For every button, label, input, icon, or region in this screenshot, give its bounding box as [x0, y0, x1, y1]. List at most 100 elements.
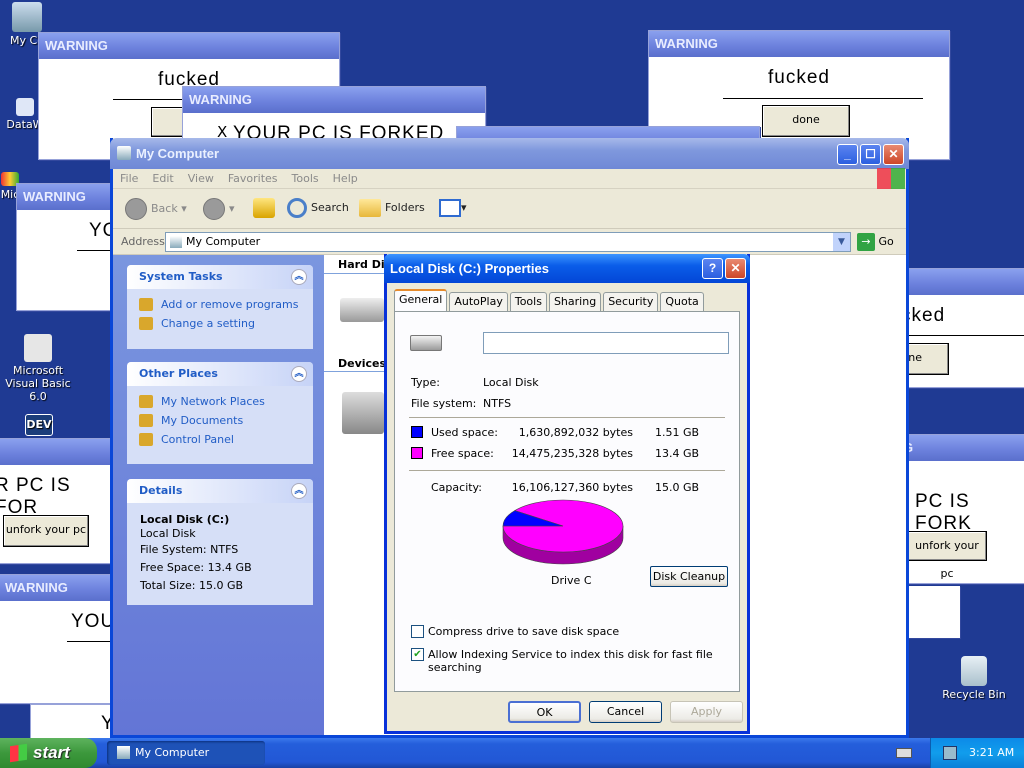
windows-logo-icon — [877, 168, 905, 189]
network-icon[interactable] — [943, 746, 957, 760]
free-label: Free space: — [431, 447, 494, 460]
unfork-button[interactable]: unfork your pc — [907, 531, 987, 580]
views-button[interactable]: ▾ — [439, 198, 467, 218]
close-button[interactable]: ✕ — [883, 144, 904, 165]
taskbar: start My Computer 3:21 AM — [0, 738, 1024, 768]
start-button[interactable]: start — [0, 738, 97, 768]
address-input[interactable]: My Computer ▼ — [165, 232, 851, 252]
done-button[interactable]: done — [762, 105, 850, 137]
free-color-swatch — [411, 447, 423, 459]
floppy-drive-icon[interactable] — [342, 392, 384, 434]
compress-checkbox[interactable] — [411, 625, 424, 638]
minimize-button[interactable]: _ — [837, 144, 858, 165]
forward-button[interactable]: ▾ — [203, 198, 235, 220]
my-computer-icon — [117, 746, 130, 759]
collapse-icon[interactable]: ︽ — [291, 483, 307, 499]
warning-window[interactable]: WARNING YOU — [0, 574, 117, 704]
control-panel-link[interactable]: Control Panel — [127, 430, 313, 449]
menu-tools[interactable]: Tools — [285, 169, 326, 188]
menu-help[interactable]: Help — [326, 169, 365, 188]
menu-edit[interactable]: Edit — [145, 169, 180, 188]
windows-flag-icon — [10, 743, 27, 763]
panel-header[interactable]: Details ︽ — [127, 479, 313, 503]
tab-quota[interactable]: Quota — [660, 292, 704, 311]
properties-titlebar[interactable]: Local Disk (C:) Properties ? ✕ — [384, 254, 750, 283]
warning-title: G — [889, 435, 1024, 461]
up-button[interactable] — [253, 198, 275, 218]
tab-general[interactable]: General — [394, 289, 448, 311]
go-button[interactable]: → Go — [857, 233, 894, 251]
indexing-label[interactable]: Allow Indexing Service to index this dis… — [428, 648, 739, 674]
details-fs: File System: NTFS — [140, 543, 239, 556]
details-free: Free Space: 13.4 GB — [140, 561, 252, 574]
menu-bar: File Edit View Favorites Tools Help — [113, 168, 906, 189]
panel-header[interactable]: System Tasks ︽ — [127, 265, 313, 289]
views-icon — [439, 199, 461, 217]
details-name: Local Disk (C:) — [140, 513, 230, 526]
maximize-button[interactable]: ☐ — [860, 144, 881, 165]
desktop-icon-dev[interactable]: DEV — [24, 414, 54, 438]
properties-dialog[interactable]: Local Disk (C:) Properties ? ✕ General A… — [384, 254, 750, 734]
warning-message: YOU — [71, 611, 116, 632]
go-arrow-icon: → — [857, 233, 875, 251]
my-documents-link[interactable]: My Documents — [127, 411, 313, 430]
explorer-titlebar[interactable]: My Computer _ ☐ ✕ — [110, 138, 909, 169]
drive-icon — [410, 335, 442, 351]
used-gb: 1.51 GB — [655, 426, 700, 439]
ok-button[interactable]: OK — [508, 701, 581, 723]
tab-sharing[interactable]: Sharing — [548, 292, 602, 311]
tab-autoplay[interactable]: AutoPlay — [449, 292, 508, 311]
menu-file[interactable]: File — [113, 169, 145, 188]
close-button[interactable]: ✕ — [725, 258, 746, 279]
search-button[interactable]: Search — [287, 198, 349, 218]
collapse-icon[interactable]: ︽ — [291, 269, 307, 285]
panel-header[interactable]: Other Places ︽ — [127, 362, 313, 386]
compress-label[interactable]: Compress drive to save disk space — [428, 625, 619, 638]
back-arrow-icon — [125, 198, 147, 220]
add-remove-programs-link[interactable]: Add or remove programs — [127, 295, 313, 314]
warning-window[interactable]: Y — [30, 704, 116, 740]
desktop-icon-vb6[interactable]: Microsoft Visual Basic 6.0 — [0, 334, 78, 403]
unfork-button[interactable]: unfork your pc — [3, 515, 89, 547]
folders-button[interactable]: Folders — [359, 198, 425, 218]
capacity-gb: 15.0 GB — [655, 481, 700, 494]
tab-security[interactable]: Security — [603, 292, 659, 311]
warning-message: cked — [901, 305, 946, 326]
toolbar: Back ▾ ▾ Search Folders ▾ — [113, 189, 906, 229]
warning-title: WARNING — [183, 87, 485, 113]
menu-favorites[interactable]: Favorites — [221, 169, 285, 188]
network-places-link[interactable]: My Network Places — [127, 392, 313, 411]
disk-usage-pie — [502, 499, 624, 565]
warning-window[interactable]: R PC IS FOR unfork your pc — [0, 438, 116, 564]
folders-icon — [359, 199, 381, 217]
warning-window[interactable]: WARNING YO — [16, 183, 119, 311]
hard-disk-icon[interactable] — [340, 298, 384, 322]
dev-icon: DEV — [25, 414, 53, 436]
help-button[interactable]: ? — [702, 258, 723, 279]
tab-tools[interactable]: Tools — [509, 292, 547, 311]
taskbar-button-my-computer[interactable]: My Computer — [107, 741, 265, 765]
keyboard-icon[interactable] — [896, 748, 912, 758]
warning-window[interactable] — [904, 586, 960, 638]
system-tray: 3:21 AM — [930, 738, 1024, 768]
warning-message: R PC IS FOR — [0, 475, 71, 518]
clock[interactable]: 3:21 AM — [969, 746, 1014, 759]
forward-arrow-icon — [203, 198, 225, 220]
cancel-button[interactable]: Cancel — [589, 701, 662, 723]
apply-button[interactable]: Apply — [670, 701, 743, 723]
back-button[interactable]: Back ▾ — [125, 198, 187, 220]
desktop-icon-recycle-bin[interactable]: Recycle Bin — [934, 656, 1014, 701]
disk-cleanup-button[interactable]: Disk Cleanup — [650, 566, 728, 587]
indexing-checkbox[interactable]: ✔ — [411, 648, 424, 661]
capacity-bytes: 16,106,127,360 bytes — [511, 481, 633, 494]
menu-view[interactable]: View — [181, 169, 221, 188]
collapse-icon[interactable]: ︽ — [291, 366, 307, 382]
folder-up-icon — [253, 198, 275, 218]
free-bytes: 14,475,235,328 bytes — [511, 447, 633, 460]
capacity-label: Capacity: — [431, 481, 482, 494]
used-color-swatch — [411, 426, 423, 438]
volume-label-input[interactable] — [483, 332, 729, 354]
change-setting-link[interactable]: Change a setting — [127, 314, 313, 333]
chevron-down-icon[interactable]: ▼ — [833, 233, 850, 251]
warning-message: YO — [89, 220, 119, 241]
